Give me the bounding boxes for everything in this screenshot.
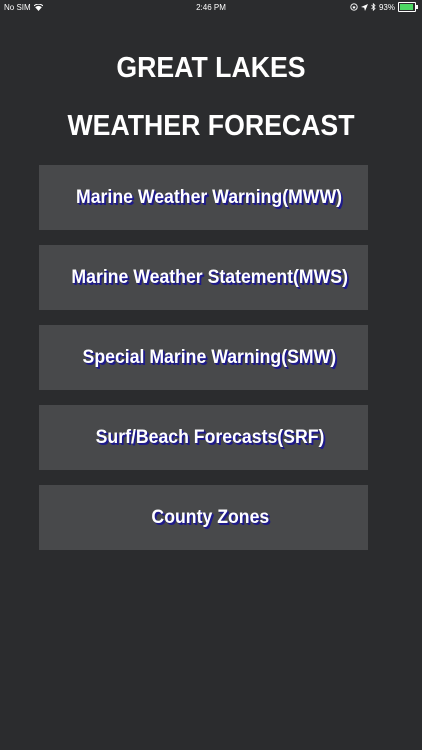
bluetooth-icon xyxy=(371,3,376,11)
page-title-line-1: GREAT LAKES xyxy=(116,52,306,84)
battery-percent: 93% xyxy=(378,2,395,12)
marine-weather-statement-button[interactable]: Marine Weather Statement(MWS) xyxy=(39,245,368,310)
marine-weather-warning-button[interactable]: Marine Weather Warning(MWW) xyxy=(39,165,368,230)
status-bar: No SIM 2:46 PM 93% xyxy=(0,0,422,16)
surf-beach-forecasts-button[interactable]: Surf/Beach Forecasts(SRF) xyxy=(39,405,368,470)
menu-button-label: Surf/Beach Forecasts(SRF) xyxy=(96,426,325,448)
county-zones-button[interactable]: County Zones xyxy=(39,485,368,550)
menu-button-label: County Zones xyxy=(151,506,270,528)
location-arrow-icon xyxy=(360,3,368,11)
menu-button-label: Special Marine Warning(SMW) xyxy=(82,346,337,368)
battery-icon xyxy=(398,2,418,12)
page-title-line-2: WEATHER FORECAST xyxy=(67,110,355,142)
special-marine-warning-button[interactable]: Special Marine Warning(SMW) xyxy=(39,325,368,390)
status-right: 93% xyxy=(350,2,418,12)
orientation-lock-icon xyxy=(350,3,358,11)
battery-fill xyxy=(400,4,414,10)
menu-button-label: Marine Weather Statement(MWS) xyxy=(71,266,348,288)
menu-button-label: Marine Weather Warning(MWW) xyxy=(76,186,343,208)
